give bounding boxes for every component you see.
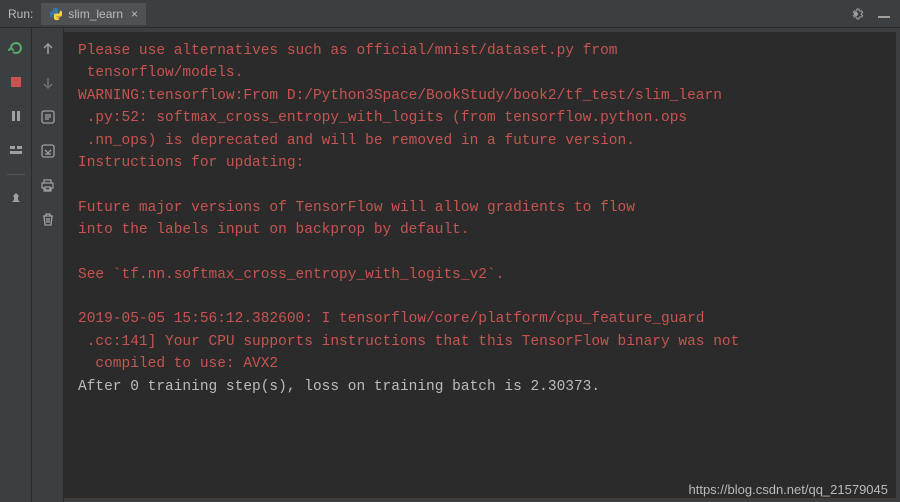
layout-icon[interactable] — [6, 140, 26, 160]
console-line: WARNING:tensorflow:From D:/Python3Space/… — [78, 85, 882, 107]
header-right — [848, 6, 892, 22]
up-arrow-icon[interactable] — [37, 38, 59, 60]
console-line: Please use alternatives such as official… — [78, 40, 882, 62]
minimize-icon[interactable] — [876, 6, 892, 22]
tab-slim-learn[interactable]: slim_learn × — [41, 3, 146, 25]
console-output[interactable]: Please use alternatives such as official… — [64, 32, 896, 498]
tab-label: slim_learn — [68, 7, 123, 21]
divider — [7, 174, 25, 175]
pin-icon[interactable] — [6, 189, 26, 209]
console-line — [78, 286, 882, 308]
console-line: compiled to use: AVX2 — [78, 353, 882, 375]
trash-icon[interactable] — [37, 208, 59, 230]
console-line: Instructions for updating: — [78, 152, 882, 174]
console-line: into the labels input on backprop by def… — [78, 219, 882, 241]
console-line — [78, 242, 882, 264]
header-bar: Run: slim_learn × — [0, 0, 900, 28]
console-line: .py:52: softmax_cross_entropy_with_logit… — [78, 107, 882, 129]
down-arrow-icon[interactable] — [37, 72, 59, 94]
pause-icon[interactable] — [6, 106, 26, 126]
sidebar-mid — [32, 28, 64, 502]
print-icon[interactable] — [37, 174, 59, 196]
rerun-icon[interactable] — [6, 38, 26, 58]
python-file-icon — [49, 7, 63, 21]
console-line: After 0 training step(s), loss on traini… — [78, 376, 882, 398]
console-line: 2019-05-05 15:56:12.382600: I tensorflow… — [78, 308, 882, 330]
run-label: Run: — [8, 7, 33, 21]
stop-icon[interactable] — [6, 72, 26, 92]
scroll-to-end-icon[interactable] — [37, 140, 59, 162]
close-icon[interactable]: × — [131, 7, 138, 21]
console-line: tensorflow/models. — [78, 62, 882, 84]
gear-icon[interactable] — [848, 6, 864, 22]
console-line: See `tf.nn.softmax_cross_entropy_with_lo… — [78, 264, 882, 286]
soft-wrap-icon[interactable] — [37, 106, 59, 128]
console-line: Future major versions of TensorFlow will… — [78, 197, 882, 219]
watermark: https://blog.csdn.net/qq_21579045 — [689, 482, 889, 497]
console-line — [78, 175, 882, 197]
console-line: .cc:141] Your CPU supports instructions … — [78, 331, 882, 353]
main-area: Please use alternatives such as official… — [0, 28, 900, 502]
console-line: .nn_ops) is deprecated and will be remov… — [78, 130, 882, 152]
sidebar-left — [0, 28, 32, 502]
